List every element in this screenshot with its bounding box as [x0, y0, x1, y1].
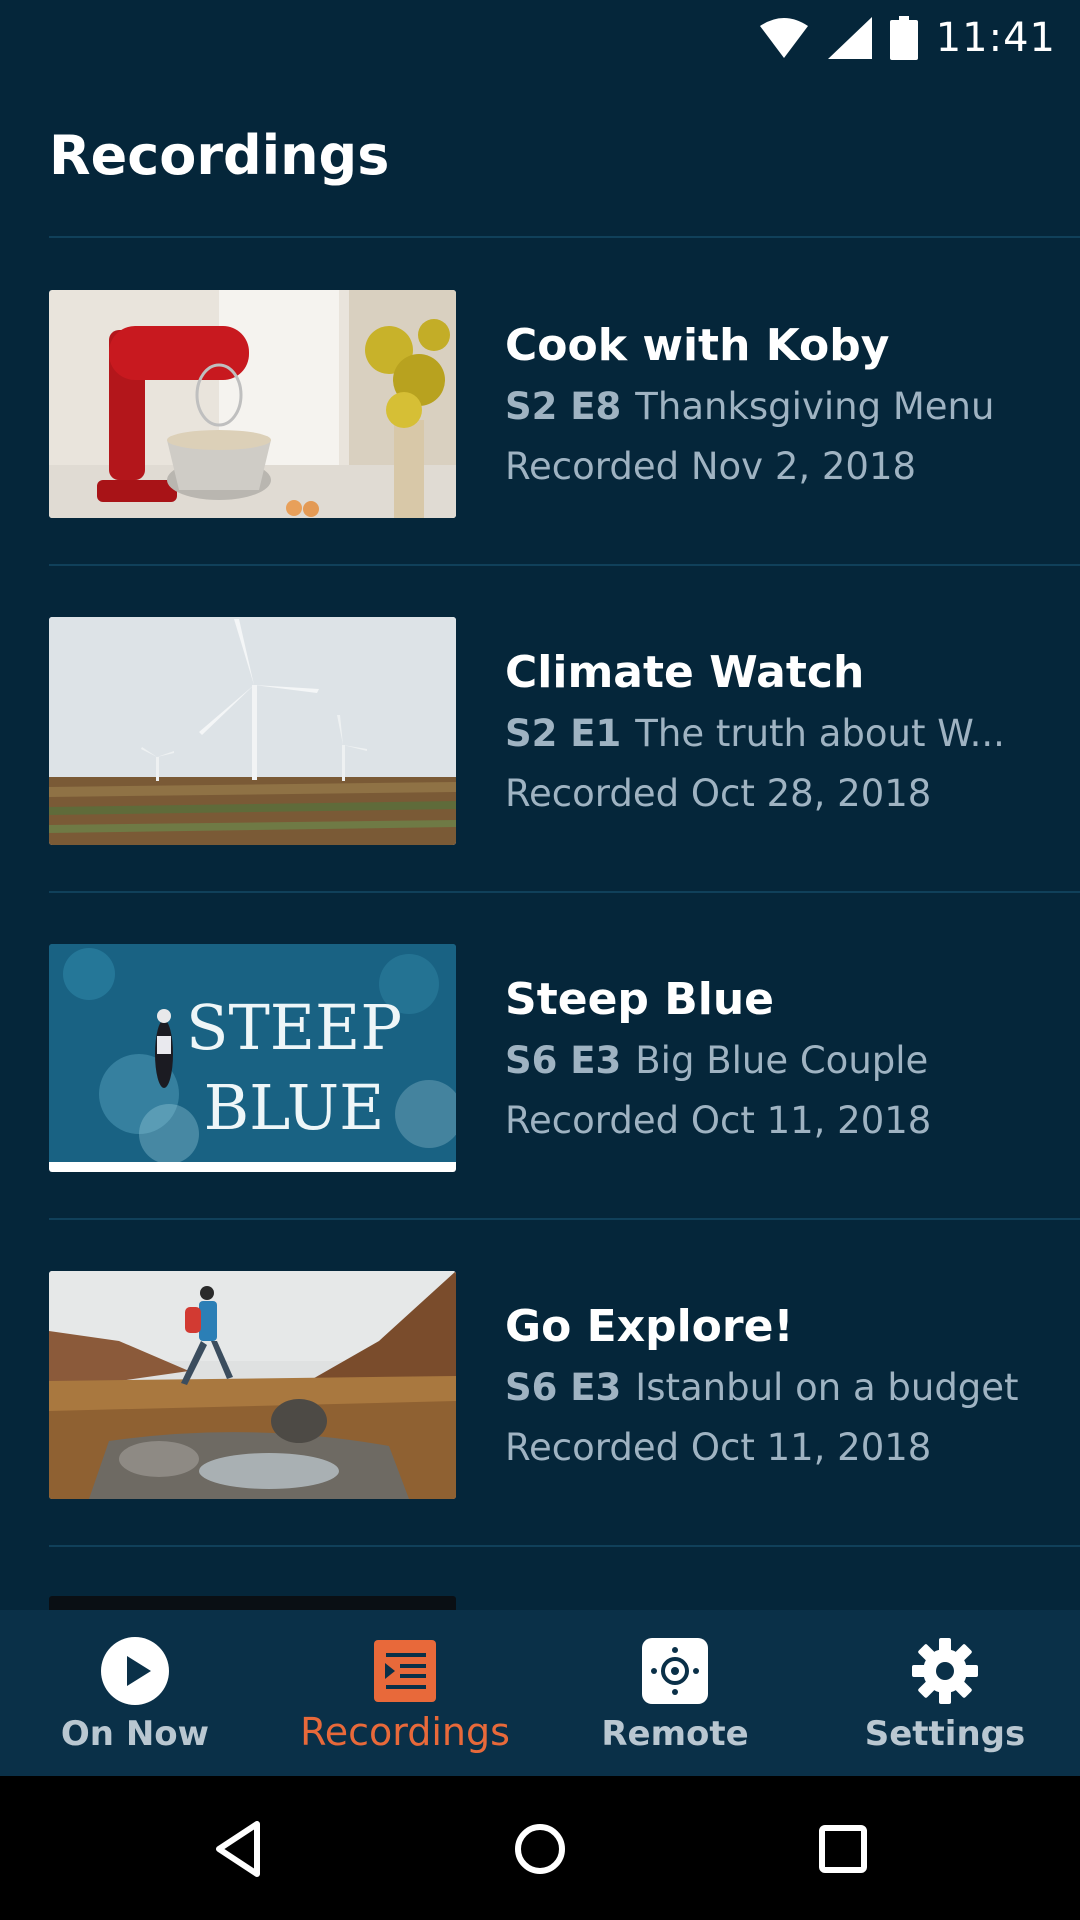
nav-settings[interactable]: Settings: [810, 1610, 1080, 1776]
episode-code: S2 E8: [505, 385, 622, 428]
battery-icon: [889, 16, 918, 60]
nav-label: Recordings: [300, 1710, 510, 1754]
thumbnail-climate-watch: [49, 617, 456, 845]
wifi-icon: [759, 18, 808, 58]
episode-title: Big Blue Couple: [635, 1039, 929, 1082]
recorded-date: Recorded Oct 11, 2018: [505, 1426, 932, 1469]
page-title: Recordings: [49, 124, 390, 187]
list-item[interactable]: Climate Watch S2 E1 The truth about W... …: [0, 565, 1080, 891]
episode-code: S2 E1: [505, 712, 622, 755]
episode-code: S6 E3: [505, 1366, 622, 1409]
system-nav-bar: [0, 1776, 1080, 1920]
nav-recordings[interactable]: Recordings: [270, 1610, 540, 1776]
recording-title: Climate Watch: [505, 647, 865, 698]
nav-label: Remote: [601, 1714, 749, 1754]
nav-remote[interactable]: Remote: [540, 1610, 810, 1776]
thumb-text-blue: BLUE: [204, 1071, 385, 1144]
play-circle-icon: [101, 1637, 169, 1705]
recording-title: Go Explore!: [505, 1301, 794, 1352]
back-icon[interactable]: [205, 1814, 275, 1884]
recorded-date: Recorded Nov 2, 2018: [505, 445, 917, 488]
recorded-date: Recorded Oct 28, 2018: [505, 772, 932, 815]
recording-title: Steep Blue: [505, 974, 775, 1025]
nav-label: Settings: [864, 1714, 1026, 1754]
gear-icon: [912, 1638, 978, 1704]
episode-title: Thanksgiving Menu: [635, 385, 995, 428]
nav-on-now[interactable]: On Now: [0, 1610, 270, 1776]
overview-icon[interactable]: [808, 1814, 878, 1884]
bottom-nav: On Now Recordings Remote Settings: [0, 1610, 1080, 1776]
thumbnail-steep-blue: STEEP BLUE: [49, 944, 456, 1172]
list-item[interactable]: Cook with Koby S2 E8 Thanksgiving Menu Re…: [0, 238, 1080, 564]
list-item-partial[interactable]: [49, 1596, 456, 1610]
recordings-list[interactable]: Cook with Koby S2 E8 Thanksgiving Menu Re…: [0, 236, 1080, 1610]
home-icon[interactable]: [505, 1814, 575, 1884]
list-item[interactable]: Go Explore! S6 E3 Istanbul on a budget Re…: [0, 1219, 1080, 1545]
episode-code: S6 E3: [505, 1039, 622, 1082]
nav-label: On Now: [60, 1714, 210, 1754]
episode-title: The truth about W...: [635, 712, 1005, 755]
thumbnail-go-explore: [49, 1271, 456, 1499]
recordings-icon: [374, 1640, 436, 1702]
recorded-date: Recorded Oct 11, 2018: [505, 1099, 932, 1142]
episode-title: Istanbul on a budget: [635, 1366, 1019, 1409]
thumbnail-cook-with-koby: [49, 290, 456, 518]
recording-title: Cook with Koby: [505, 320, 890, 371]
thumb-text-steep: STEEP: [186, 991, 402, 1064]
status-bar: 11:41: [0, 0, 1080, 76]
list-divider: [49, 1545, 1080, 1547]
remote-icon: [642, 1638, 708, 1704]
signal-icon: [827, 17, 872, 59]
list-item[interactable]: STEEP BLUE Steep Blue S6 E3 Big Blue Coup…: [0, 892, 1080, 1218]
status-time: 11:41: [935, 15, 1056, 61]
